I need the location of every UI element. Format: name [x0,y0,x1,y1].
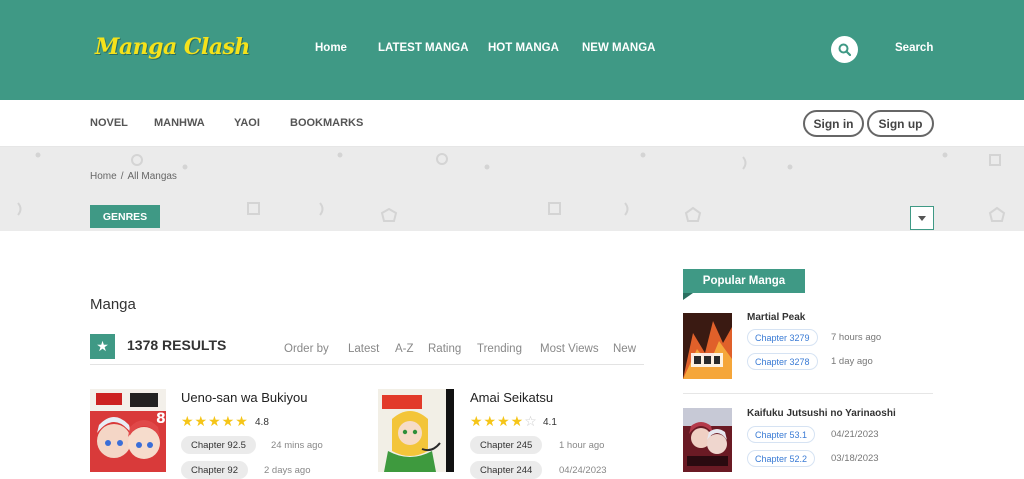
breadcrumb-home[interactable]: Home [90,171,117,182]
popular-manga-heading: Popular Manga [683,269,805,293]
divider [683,393,933,394]
cover-art [683,313,732,379]
popular-chapter-time: 03/18/2023 [831,453,879,464]
chapter-link[interactable]: Chapter 92 [181,461,249,479]
popular-chapter-link[interactable]: Chapter 53.1 [747,426,816,443]
genres-dropdown-toggle[interactable] [910,206,934,230]
results-count: 1378 RESULTS [127,337,227,353]
top-header: Manga Clash Home LATEST MANGA HOT MANGA … [0,0,1024,100]
subnav-novel[interactable]: NOVEL [90,117,128,129]
popular-chapter-link[interactable]: Chapter 3278 [747,353,818,370]
breadcrumb-separator: / [120,171,124,182]
order-new[interactable]: New [613,343,636,355]
order-rating[interactable]: Rating [428,343,461,355]
heading-notch [683,293,693,300]
rating-stars: ★★★★☆ [470,413,538,429]
subnav-manhwa[interactable]: MANHWA [154,117,205,129]
breadcrumb-current[interactable]: All Mangas [127,171,176,182]
divider [90,364,644,365]
popular-chapter-time: 04/21/2023 [831,429,879,440]
rating-value: 4.8 [255,417,269,428]
order-most-views[interactable]: Most Views [540,343,599,355]
cover-art: 8 [90,389,166,472]
popular-chapter-link[interactable]: Chapter 52.2 [747,450,816,467]
popular-chapter-link[interactable]: Chapter 3279 [747,329,818,346]
popular-title[interactable]: Martial Peak [747,312,805,323]
nav-latest-manga[interactable]: LATEST MANGA [378,42,469,54]
sign-in-button[interactable]: Sign in [803,110,864,137]
manga-title[interactable]: Ueno-san wa Bukiyou [181,390,307,405]
order-trending[interactable]: Trending [477,343,522,355]
manga-cover[interactable] [378,389,454,472]
cover-art [378,389,454,472]
chapter-time: 24 mins ago [271,440,323,451]
popular-cover[interactable] [683,408,732,472]
breadcrumb-band: Home / All Mangas GENRES [0,147,1024,231]
secondary-nav: NOVEL MANHWA YAOI BOOKMARKS Sign in Sign… [0,100,1024,147]
rating-value: 4.1 [543,417,557,428]
manga-title[interactable]: Amai Seikatsu [470,390,553,405]
chapter-link[interactable]: Chapter 244 [470,461,543,479]
subnav-yaoi[interactable]: YAOI [234,117,260,129]
popular-chapter-time: 7 hours ago [831,332,882,343]
nav-hot-manga[interactable]: HOT MANGA [488,42,559,54]
nav-new-manga[interactable]: NEW MANGA [582,42,655,54]
cover-art [683,408,732,472]
nav-home[interactable]: Home [315,42,347,54]
chapter-link[interactable]: Chapter 92.5 [181,436,256,454]
order-latest[interactable]: Latest [348,343,379,355]
popular-cover[interactable] [683,313,732,379]
sign-up-button[interactable]: Sign up [867,110,934,137]
section-title: Manga [90,296,136,313]
manga-cover[interactable]: 8 [90,389,166,472]
popular-title[interactable]: Kaifuku Jutsushi no Yarinaoshi [747,408,896,419]
site-logo[interactable]: Manga Clash [95,34,250,60]
caret-down-icon [918,215,926,221]
order-a-z[interactable]: A-Z [395,343,414,355]
rating-stars: ★★★★★ [181,413,249,429]
chapter-time: 2 days ago [264,465,311,476]
search-icon [838,43,851,56]
star-icon: ★ [90,334,115,359]
genres-button[interactable]: GENRES [90,205,160,228]
order-by-label: Order by [284,343,329,355]
subnav-bookmarks[interactable]: BOOKMARKS [290,117,363,129]
chapter-time: 04/24/2023 [559,465,607,476]
chapter-link[interactable]: Chapter 245 [470,436,543,454]
search-button[interactable] [831,36,858,63]
popular-chapter-time: 1 day ago [831,356,873,367]
breadcrumb: Home / All Mangas [90,171,177,182]
search-label[interactable]: Search [895,42,933,54]
svg-text:8: 8 [156,411,166,427]
chapter-time: 1 hour ago [559,440,605,451]
